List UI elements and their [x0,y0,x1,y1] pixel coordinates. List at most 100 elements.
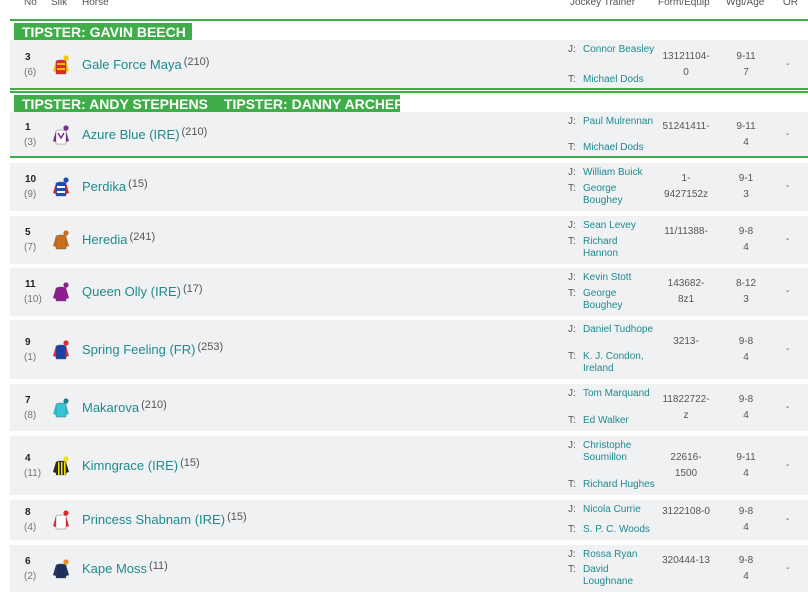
runner-row[interactable]: 9 (1) Spring Feeling (FR) (253) J: Daniel Tud… [10,320,808,379]
runner-row[interactable]: 4 (11) Kimngrace (IRE) (15) J: Christophe Sou… [10,436,808,495]
horse-name-link[interactable]: Queen Olly (IRE) (17) [82,283,203,299]
jockey-trainer: J: Daniel Tudhope T: K. J. Condon, Ireland [568,324,668,375]
draw-number: (9) [24,189,37,200]
horse-name-link[interactable]: Kape Moss (11) [82,560,168,576]
jockey-silk-icon [51,397,71,418]
runner-row[interactable]: 1 (3) Azure Blue (IRE) (210) J: Paul Mulrenna… [10,112,808,158]
age: 4 [743,522,749,533]
horse-name[interactable]: Perdika [82,179,126,194]
trainer-name-link[interactable]: Richard Hannon [583,236,655,260]
jockey-name-link[interactable]: Paul Mulrennan [583,116,655,128]
runner-row[interactable]: 6 (2) Kape Moss (11) J: Rossa Ryan T: David Lou… [10,545,808,592]
tipster-name[interactable]: TIPSTER: DANNY ARCHER [224,96,404,112]
jockey-trainer: J: Sean Levey T: Richard Hannon [568,220,668,260]
horse-name[interactable]: Makarova [82,400,139,415]
trainer-name-link[interactable]: Michael Dods [583,142,655,154]
runner-row[interactable]: 11 (10) Queen Olly (IRE) (17) J: Kevin Stott T… [10,268,808,316]
form-figures: 320444-13 [662,554,710,566]
horse-name[interactable]: Kimngrace (IRE) [82,458,178,473]
jockey-name-link[interactable]: Rossa Ryan [583,549,655,561]
trainer-label: T: [568,142,576,153]
horse-name-link[interactable]: Perdika (15) [82,178,148,194]
trainer-name-link[interactable]: K. J. Condon, Ireland [583,351,655,375]
horse-rating: (210) [183,56,210,68]
horse-name-link[interactable]: Kimngrace (IRE) (15) [82,457,200,473]
trainer-name-link[interactable]: Ed Walker [583,415,655,427]
jockey-name-link[interactable]: William Buick [583,167,655,179]
horse-name[interactable]: Spring Feeling (FR) [82,342,195,357]
jockey-trainer: J: Rossa Ryan T: David Loughnane [568,549,668,588]
runner-row[interactable]: 8 (4) Princess Shabnam (IRE) (15) J: Nicola C… [10,500,808,540]
jockey-name-link[interactable]: Nicola Currie [583,504,655,516]
trainer-name-link[interactable]: George Boughey [583,288,655,312]
horse-name[interactable]: Azure Blue (IRE) [82,127,180,142]
jockey-name-link[interactable]: Daniel Tudhope [583,324,655,336]
trainer-name-link[interactable]: S. P. C. Woods [583,524,655,536]
horse-name-link[interactable]: Azure Blue (IRE) (210) [82,126,207,142]
official-rating: - [786,59,790,70]
tipster-name[interactable]: TIPSTER: ANDY STEPHENS [22,96,208,112]
horse-name-link[interactable]: Gale Force Maya (210) [82,56,209,72]
jockey-label: J: [568,440,576,451]
col-header-form: Form/Equip [658,0,710,8]
jockey-label: J: [568,116,576,127]
trainer-line: T: S. P. C. Woods [568,524,668,536]
weight-age: 9-8 4 [730,334,762,366]
runner-row[interactable]: 5 (7) Heredia (241) J: Sean Levey T: Richard Ha… [10,216,808,264]
horse-name-link[interactable]: Makarova (210) [82,399,167,415]
horse-name[interactable]: Kape Moss [82,561,147,576]
jockey-label: J: [568,220,576,231]
trainer-name-link[interactable]: Michael Dods [583,74,655,86]
jockey-name-link[interactable]: Christophe Soumillon [583,440,655,464]
jockey-trainer: J: Kevin Stott T: George Boughey [568,272,668,312]
col-header-or: OR [783,0,798,8]
jockey-line: J: Kevin Stott [568,272,668,284]
jockey-name-link[interactable]: Sean Levey [583,220,655,232]
horse-name-link[interactable]: Heredia (241) [82,231,155,247]
draw-number: (1) [24,351,37,363]
trainer-line: T: Richard Hannon [568,236,668,260]
form-figures: 3213- [673,335,699,347]
horse-name[interactable]: Princess Shabnam (IRE) [82,512,225,527]
jockey-line: J: Paul Mulrennan [568,116,668,128]
horse-name-link[interactable]: Princess Shabnam (IRE) (15) [82,511,247,527]
jockey-name-link[interactable]: Kevin Stott [583,272,655,284]
form-figures: 143682-8z1 [667,278,705,305]
horse-name[interactable]: Heredia [82,232,128,247]
age: 4 [743,351,749,363]
form-figures: 3122108-0 [662,506,710,517]
runner-row[interactable]: 3 (6) Gale Force Maya (210) J: Connor Beasley… [10,40,808,90]
trainer-name-link[interactable]: David Loughnane [583,564,655,588]
runner-number: 9 [25,336,31,348]
draw-number: (7) [24,242,37,253]
jockey-line: J: Christophe Soumillon [568,440,668,464]
weight-age: 9-8 4 [730,504,762,536]
trainer-name-link[interactable]: Richard Hughes [583,479,655,491]
official-rating: - [786,401,790,413]
jockey-silk-icon [51,230,71,250]
horse-name[interactable]: Queen Olly (IRE) [82,284,181,299]
jockey-name-link[interactable]: Tom Marquand [583,388,655,400]
form-figures: 13121104-0 [662,51,710,78]
jockey-silk-icon [51,455,71,476]
jockey-trainer: J: Paul Mulrennan T: Michael Dods [568,116,668,154]
col-header-horse: Horse [82,0,109,8]
trainer-label: T: [568,288,576,299]
tipster-name[interactable]: TIPSTER: GAVIN BEECH [22,24,186,40]
trainer-line: T: K. J. Condon, Ireland [568,351,668,375]
horse-name[interactable]: Gale Force Maya [82,57,182,72]
weight: 9-11 [736,51,756,62]
trainer-line: T: Michael Dods [568,142,668,154]
weight: 9-8 [738,506,754,517]
runner-row[interactable]: 10 (9) Perdika (15) J: William Buick T: George … [10,163,808,211]
weight: 8-12 [735,278,756,289]
jockey-trainer: J: Nicola Currie T: S. P. C. Woods [568,504,668,536]
runner-number: 6 [25,555,31,567]
horse-rating: (241) [129,231,156,243]
runner-number: 4 [25,452,31,464]
runner-row[interactable]: 7 (8) Makarova (210) J: Tom Marquand T: Ed Walk… [10,384,808,431]
jockey-name-link[interactable]: Connor Beasley [583,44,655,56]
weight-age: 9-8 4 [730,553,762,585]
horse-name-link[interactable]: Spring Feeling (FR) (253) [82,341,223,357]
trainer-name-link[interactable]: George Boughey [583,183,655,207]
